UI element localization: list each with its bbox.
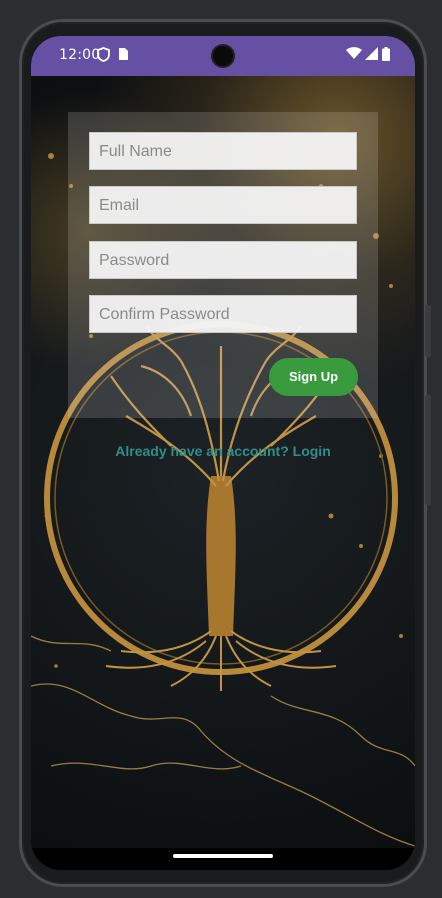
signup-form-panel: Full Name Email Password Confirm Passwor… [68,112,378,418]
wifi-icon [346,47,362,64]
power-button [425,305,431,357]
sim-card-icon [118,47,129,65]
front-camera [211,44,235,68]
shield-icon [97,47,110,66]
sign-up-button[interactable]: Sign Up [269,358,358,396]
confirm-password-field[interactable]: Confirm Password [89,295,357,333]
phone-screen: 12:00 Full Name Email Password Confirm P… [31,36,415,870]
volume-button [425,395,431,505]
full-name-field[interactable]: Full Name [89,132,357,170]
login-link[interactable]: Already have an account? Login [31,443,415,459]
navigation-bar [31,848,415,870]
home-gesture-handle[interactable] [173,854,273,858]
email-field[interactable]: Email [89,186,357,224]
status-bar: 12:00 [31,36,415,76]
cellular-signal-icon [365,47,378,64]
status-time: 12:00 [59,47,101,63]
password-field[interactable]: Password [89,241,357,279]
battery-icon [382,47,390,65]
